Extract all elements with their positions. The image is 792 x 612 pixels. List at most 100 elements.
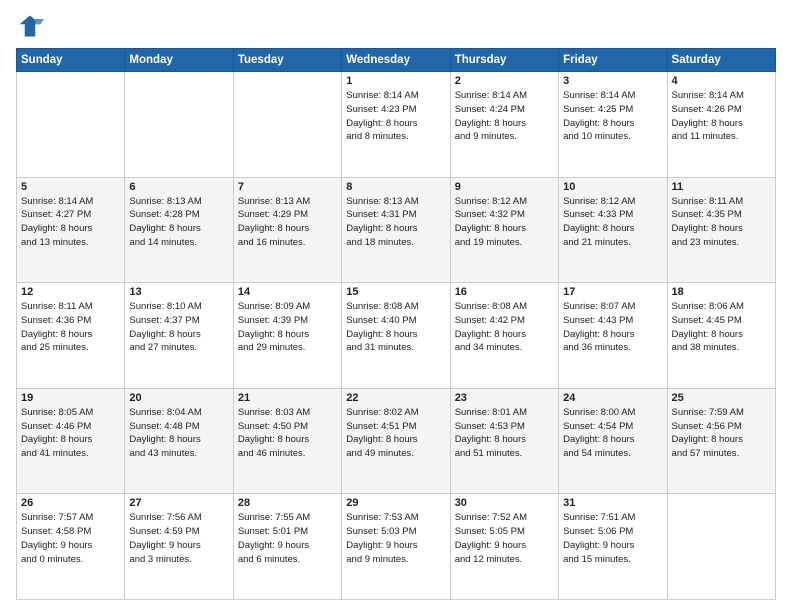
day-number: 26 xyxy=(21,497,120,509)
weekday-thursday: Thursday xyxy=(450,49,558,72)
day-cell-22: 22 Sunrise: 8:02 AM Sunset: 4:51 PM Dayli… xyxy=(342,388,450,494)
day-number: 11 xyxy=(672,181,771,193)
calendar-table: SundayMondayTuesdayWednesdayThursdayFrid… xyxy=(16,48,776,600)
weekday-wednesday: Wednesday xyxy=(342,49,450,72)
weekday-tuesday: Tuesday xyxy=(233,49,341,72)
day-cell-6: 6Sunrise: 8:13 AM Sunset: 4:28 PM Daylig… xyxy=(125,177,233,283)
day-number: 27 xyxy=(129,497,228,509)
day-cell-11: 11 Sunrise: 8:11 AM Sunset: 4:35 PM Dayli… xyxy=(667,177,775,283)
day-detail: Sunrise: 8:11 AM Sunset: 4:35 PM Dayligh… xyxy=(672,195,771,250)
day-number: 14 xyxy=(238,286,337,298)
day-detail: Sunrise: 8:04 AM Sunset: 4:48 PM Dayligh… xyxy=(129,406,228,461)
day-detail: Sunrise: 8:07 AM Sunset: 4:43 PM Dayligh… xyxy=(563,300,662,355)
weekday-header-row: SundayMondayTuesdayWednesdayThursdayFrid… xyxy=(17,49,776,72)
empty-cell xyxy=(667,494,775,600)
day-number: 8 xyxy=(346,181,445,193)
day-detail: Sunrise: 8:14 AM Sunset: 4:24 PM Dayligh… xyxy=(455,89,554,144)
day-detail: Sunrise: 7:52 AM Sunset: 5:05 PM Dayligh… xyxy=(455,511,554,566)
day-cell-27: 27Sunrise: 7:56 AM Sunset: 4:59 PM Dayli… xyxy=(125,494,233,600)
day-number: 30 xyxy=(455,497,554,509)
day-cell-24: 24 Sunrise: 8:00 AM Sunset: 4:54 PM Dayli… xyxy=(559,388,667,494)
day-detail: Sunrise: 8:11 AM Sunset: 4:36 PM Dayligh… xyxy=(21,300,120,355)
day-cell-9: 9 Sunrise: 8:12 AM Sunset: 4:32 PM Daylig… xyxy=(450,177,558,283)
header xyxy=(16,12,776,40)
day-number: 20 xyxy=(129,392,228,404)
day-detail: Sunrise: 8:14 AM Sunset: 4:23 PM Dayligh… xyxy=(346,89,445,144)
day-detail: Sunrise: 8:05 AM Sunset: 4:46 PM Dayligh… xyxy=(21,406,120,461)
day-detail: Sunrise: 8:13 AM Sunset: 4:29 PM Dayligh… xyxy=(238,195,337,250)
day-detail: Sunrise: 8:14 AM Sunset: 4:25 PM Dayligh… xyxy=(563,89,662,144)
week-row-1: 5 Sunrise: 8:14 AM Sunset: 4:27 PM Daylig… xyxy=(17,177,776,283)
day-detail: Sunrise: 7:57 AM Sunset: 4:58 PM Dayligh… xyxy=(21,511,120,566)
day-detail: Sunrise: 7:55 AM Sunset: 5:01 PM Dayligh… xyxy=(238,511,337,566)
week-row-3: 19Sunrise: 8:05 AM Sunset: 4:46 PM Dayli… xyxy=(17,388,776,494)
day-detail: Sunrise: 8:12 AM Sunset: 4:32 PM Dayligh… xyxy=(455,195,554,250)
day-number: 29 xyxy=(346,497,445,509)
day-cell-23: 23 Sunrise: 8:01 AM Sunset: 4:53 PM Dayli… xyxy=(450,388,558,494)
week-row-0: 1 Sunrise: 8:14 AM Sunset: 4:23 PM Daylig… xyxy=(17,72,776,178)
day-cell-25: 25 Sunrise: 7:59 AM Sunset: 4:56 PM Dayli… xyxy=(667,388,775,494)
day-detail: Sunrise: 8:09 AM Sunset: 4:39 PM Dayligh… xyxy=(238,300,337,355)
day-detail: Sunrise: 7:53 AM Sunset: 5:03 PM Dayligh… xyxy=(346,511,445,566)
day-number: 15 xyxy=(346,286,445,298)
day-number: 5 xyxy=(21,181,120,193)
day-cell-31: 31 Sunrise: 7:51 AM Sunset: 5:06 PM Dayli… xyxy=(559,494,667,600)
day-cell-10: 10 Sunrise: 8:12 AM Sunset: 4:33 PM Dayli… xyxy=(559,177,667,283)
day-cell-1: 1 Sunrise: 8:14 AM Sunset: 4:23 PM Daylig… xyxy=(342,72,450,178)
logo-icon xyxy=(16,12,44,40)
day-cell-19: 19Sunrise: 8:05 AM Sunset: 4:46 PM Dayli… xyxy=(17,388,125,494)
logo xyxy=(16,12,48,40)
day-number: 9 xyxy=(455,181,554,193)
day-cell-28: 28 Sunrise: 7:55 AM Sunset: 5:01 PM Dayli… xyxy=(233,494,341,600)
day-detail: Sunrise: 8:13 AM Sunset: 4:28 PM Dayligh… xyxy=(129,195,228,250)
day-detail: Sunrise: 8:08 AM Sunset: 4:40 PM Dayligh… xyxy=(346,300,445,355)
day-cell-13: 13 Sunrise: 8:10 AM Sunset: 4:37 PM Dayli… xyxy=(125,283,233,389)
day-number: 22 xyxy=(346,392,445,404)
day-detail: Sunrise: 8:06 AM Sunset: 4:45 PM Dayligh… xyxy=(672,300,771,355)
day-cell-7: 7 Sunrise: 8:13 AM Sunset: 4:29 PM Daylig… xyxy=(233,177,341,283)
day-detail: Sunrise: 8:14 AM Sunset: 4:26 PM Dayligh… xyxy=(672,89,771,144)
day-number: 12 xyxy=(21,286,120,298)
day-detail: Sunrise: 7:51 AM Sunset: 5:06 PM Dayligh… xyxy=(563,511,662,566)
day-number: 4 xyxy=(672,75,771,87)
day-cell-21: 21 Sunrise: 8:03 AM Sunset: 4:50 PM Dayli… xyxy=(233,388,341,494)
day-detail: Sunrise: 8:10 AM Sunset: 4:37 PM Dayligh… xyxy=(129,300,228,355)
week-row-4: 26 Sunrise: 7:57 AM Sunset: 4:58 PM Dayli… xyxy=(17,494,776,600)
weekday-sunday: Sunday xyxy=(17,49,125,72)
day-number: 7 xyxy=(238,181,337,193)
empty-cell xyxy=(125,72,233,178)
weekday-saturday: Saturday xyxy=(667,49,775,72)
day-number: 25 xyxy=(672,392,771,404)
day-detail: Sunrise: 8:14 AM Sunset: 4:27 PM Dayligh… xyxy=(21,195,120,250)
day-number: 23 xyxy=(455,392,554,404)
day-number: 31 xyxy=(563,497,662,509)
day-cell-16: 16Sunrise: 8:08 AM Sunset: 4:42 PM Dayli… xyxy=(450,283,558,389)
day-detail: Sunrise: 8:02 AM Sunset: 4:51 PM Dayligh… xyxy=(346,406,445,461)
day-number: 21 xyxy=(238,392,337,404)
day-number: 13 xyxy=(129,286,228,298)
day-number: 2 xyxy=(455,75,554,87)
day-cell-15: 15 Sunrise: 8:08 AM Sunset: 4:40 PM Dayli… xyxy=(342,283,450,389)
day-detail: Sunrise: 8:00 AM Sunset: 4:54 PM Dayligh… xyxy=(563,406,662,461)
day-cell-2: 2 Sunrise: 8:14 AM Sunset: 4:24 PM Daylig… xyxy=(450,72,558,178)
day-detail: Sunrise: 8:01 AM Sunset: 4:53 PM Dayligh… xyxy=(455,406,554,461)
day-cell-17: 17 Sunrise: 8:07 AM Sunset: 4:43 PM Dayli… xyxy=(559,283,667,389)
day-number: 17 xyxy=(563,286,662,298)
day-cell-30: 30 Sunrise: 7:52 AM Sunset: 5:05 PM Dayli… xyxy=(450,494,558,600)
day-number: 1 xyxy=(346,75,445,87)
day-detail: Sunrise: 8:08 AM Sunset: 4:42 PM Dayligh… xyxy=(455,300,554,355)
empty-cell xyxy=(17,72,125,178)
day-cell-20: 20 Sunrise: 8:04 AM Sunset: 4:48 PM Dayli… xyxy=(125,388,233,494)
day-detail: Sunrise: 8:03 AM Sunset: 4:50 PM Dayligh… xyxy=(238,406,337,461)
day-detail: Sunrise: 8:12 AM Sunset: 4:33 PM Dayligh… xyxy=(563,195,662,250)
day-number: 28 xyxy=(238,497,337,509)
day-cell-14: 14 Sunrise: 8:09 AM Sunset: 4:39 PM Dayli… xyxy=(233,283,341,389)
day-number: 18 xyxy=(672,286,771,298)
day-cell-12: 12 Sunrise: 8:11 AM Sunset: 4:36 PM Dayli… xyxy=(17,283,125,389)
day-cell-18: 18 Sunrise: 8:06 AM Sunset: 4:45 PM Dayli… xyxy=(667,283,775,389)
day-detail: Sunrise: 7:59 AM Sunset: 4:56 PM Dayligh… xyxy=(672,406,771,461)
day-cell-29: 29 Sunrise: 7:53 AM Sunset: 5:03 PM Dayli… xyxy=(342,494,450,600)
day-cell-3: 3Sunrise: 8:14 AM Sunset: 4:25 PM Daylig… xyxy=(559,72,667,178)
day-number: 10 xyxy=(563,181,662,193)
day-number: 24 xyxy=(563,392,662,404)
